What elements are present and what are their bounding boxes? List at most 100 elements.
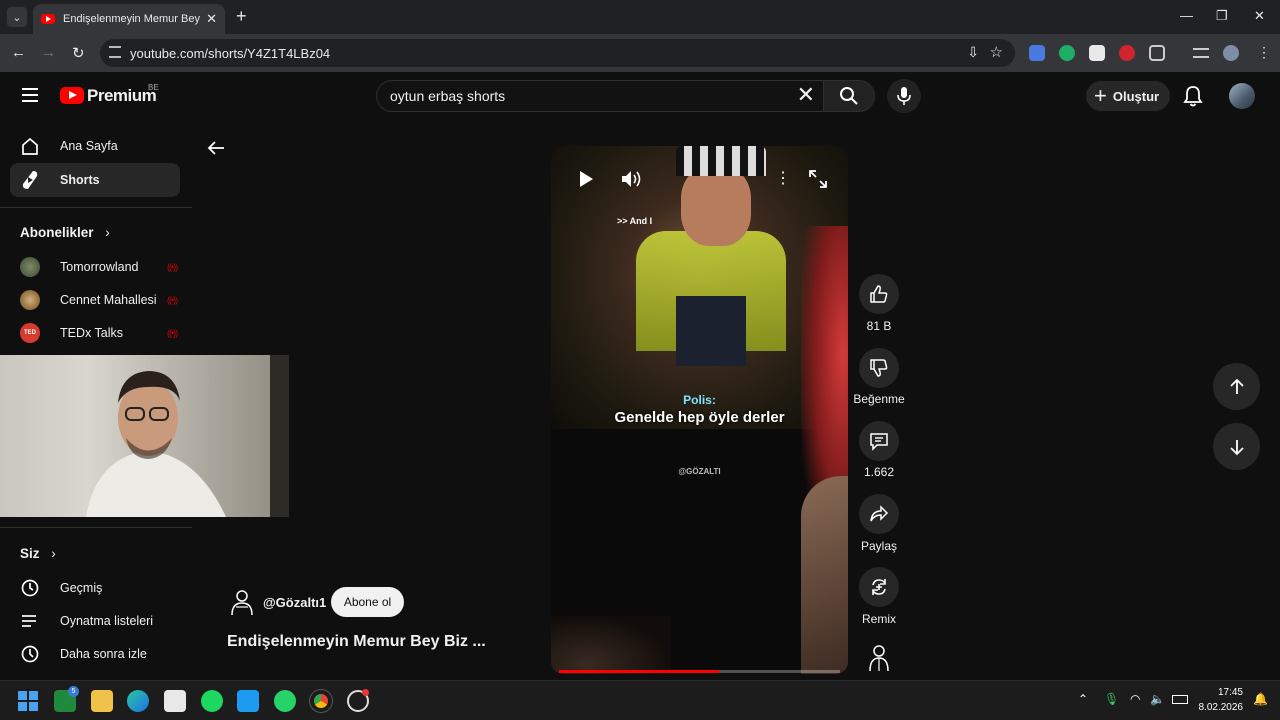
webcam-window-frame	[270, 355, 289, 517]
translate-extension-icon[interactable]	[1029, 45, 1045, 61]
video-progress-fill	[559, 670, 720, 673]
notifications-bell-icon[interactable]	[1183, 85, 1203, 107]
sidebar-item-tomorrowland[interactable]: Tomorrowland ((•))	[10, 250, 180, 284]
sidebar-item-playlists[interactable]: Oynatma listeleri	[10, 604, 180, 638]
remix-button[interactable]	[859, 567, 899, 607]
chrome-icon[interactable]	[309, 689, 333, 713]
sidebar-item-label: TEDx Talks	[60, 326, 123, 340]
extension-red-icon[interactable]	[1119, 45, 1135, 61]
battery-icon[interactable]	[1172, 695, 1188, 704]
taskbar-date[interactable]: 8.02.2026	[1193, 702, 1244, 713]
sidebar-item-tedx-talks[interactable]: TED TEDx Talks ((•))	[10, 316, 180, 350]
search-input[interactable]: oytun erbaş shorts ✕	[376, 80, 824, 112]
reload-button[interactable]: ↻	[72, 44, 85, 62]
search-button[interactable]	[823, 80, 875, 112]
subscribe-button[interactable]: Abone ol	[331, 587, 404, 617]
channel-avatar-icon[interactable]	[230, 589, 254, 615]
back-arrow-icon[interactable]	[206, 138, 226, 158]
taskbar-time[interactable]: 17:45	[1203, 687, 1243, 698]
restore-button[interactable]: ❐	[1216, 8, 1228, 24]
remix-label: Remix	[861, 612, 896, 626]
dislike-button[interactable]	[859, 348, 899, 388]
whatsapp-icon[interactable]	[274, 690, 296, 712]
address-bar[interactable]: youtube.com/shorts/Y4Z1T4LBz04 ⇩ ☆	[100, 39, 1015, 67]
sidebar-item-label: Cennet Mahallesi	[60, 293, 157, 307]
previous-short-button[interactable]	[1213, 363, 1260, 410]
share-button[interactable]	[859, 494, 899, 534]
video-progress-bar[interactable]	[559, 670, 840, 673]
bookmark-star-icon[interactable]: ☆	[990, 43, 1003, 61]
video-frame-detail	[801, 476, 848, 674]
subscriptions-heading[interactable]: Abonelikler ›	[20, 225, 110, 240]
back-button[interactable]: ←	[11, 44, 26, 61]
sidebar-item-label: Ana Sayfa	[60, 139, 118, 153]
edge-browser-icon[interactable]	[127, 690, 149, 712]
grammarly-extension-icon[interactable]	[1059, 45, 1075, 61]
extensions-puzzle-icon[interactable]	[1149, 45, 1165, 61]
browser-toolbar: ← → ↻ youtube.com/shorts/Y4Z1T4LBz04 ⇩ ☆…	[0, 34, 1280, 72]
sidebar-item-history[interactable]: Geçmiş	[10, 571, 180, 605]
you-heading[interactable]: Siz ›	[20, 546, 56, 561]
sidebar-item-watch-later[interactable]: Daha sonra izle	[10, 637, 180, 671]
shorts-icon	[20, 170, 40, 190]
chevron-right-icon: ›	[105, 225, 110, 240]
file-explorer-icon[interactable]	[91, 690, 113, 712]
sidebar-item-label: Oynatma listeleri	[60, 614, 154, 628]
search-query: oytun erbaş shorts	[390, 88, 506, 104]
create-button[interactable]: + Oluştur	[1086, 81, 1170, 111]
extension-icon[interactable]	[1089, 45, 1105, 61]
install-app-icon[interactable]: ⇩	[967, 44, 979, 61]
voice-search-button[interactable]	[887, 79, 921, 113]
video-frame-detail	[551, 616, 671, 674]
youtube-premium-brand[interactable]: Premium	[87, 86, 157, 106]
tab-close-icon[interactable]: ✕	[206, 11, 217, 27]
youtube-logo-icon[interactable]	[60, 87, 84, 104]
channel-avatar	[20, 257, 40, 277]
tab-search-button[interactable]: ⌄	[7, 7, 27, 27]
site-info-icon[interactable]	[109, 46, 121, 58]
thumbs-down-icon	[870, 359, 888, 377]
remix-icon	[872, 579, 886, 595]
spotify-icon[interactable]	[201, 690, 223, 712]
short-title[interactable]: Endişelenmeyin Memur Bey Biz ...	[227, 633, 486, 651]
sidebar-item-cennet-mahallesi[interactable]: Cennet Mahallesi ((•))	[10, 283, 180, 317]
fullscreen-icon[interactable]	[809, 170, 827, 188]
speaker-icon[interactable]: 🔈	[1150, 692, 1165, 706]
shorts-video-player[interactable]: ⋮ >> And I Polis: Genelde hep öyle derle…	[551, 146, 848, 674]
clear-search-icon[interactable]: ✕	[797, 84, 815, 106]
new-tab-button[interactable]: +	[236, 6, 247, 27]
volume-icon[interactable]	[621, 170, 643, 188]
channel-handle[interactable]: @Gözaltı1	[263, 595, 326, 610]
sidebar-item-label: Daha sonra izle	[60, 647, 147, 661]
profile-avatar-icon[interactable]	[1223, 45, 1239, 61]
window-close-button[interactable]: ✕	[1254, 8, 1265, 24]
sidebar-item-shorts[interactable]: Shorts	[10, 163, 180, 197]
next-short-button[interactable]	[1213, 423, 1260, 470]
live-indicator-icon: ((•))	[167, 295, 178, 305]
channel-sound-avatar-icon[interactable]	[867, 643, 891, 671]
tray-microphone-icon[interactable]: 🎙	[1104, 692, 1119, 706]
youtube-favicon-icon	[41, 14, 55, 24]
forward-button[interactable]: →	[41, 44, 56, 61]
wifi-icon[interactable]: ◠	[1130, 692, 1140, 706]
guide-menu-icon[interactable]	[22, 88, 38, 102]
live-indicator-icon: ((•))	[167, 262, 178, 272]
dislike-label: Beğenme	[853, 392, 905, 406]
play-icon[interactable]	[577, 170, 595, 188]
tray-overflow-icon[interactable]: ⌃	[1078, 692, 1088, 706]
sidebar-item-home[interactable]: Ana Sayfa	[10, 129, 180, 163]
more-options-icon[interactable]: ⋮	[775, 168, 791, 188]
like-button[interactable]	[859, 274, 899, 314]
notification-center-icon[interactable]: 🔔	[1253, 692, 1268, 706]
minimize-button[interactable]: —	[1180, 8, 1193, 23]
sidebar-divider	[0, 527, 192, 528]
browser-tab-bar: ⌄ Endişelenmeyin Memur Bey Biz ✕ + — ❐ ✕	[0, 0, 1280, 34]
account-avatar[interactable]	[1229, 83, 1255, 109]
microsoft-store-icon[interactable]	[164, 690, 186, 712]
twitter-icon[interactable]	[237, 690, 259, 712]
browser-tab[interactable]: Endişelenmeyin Memur Bey Biz ✕	[33, 4, 225, 34]
reading-list-icon[interactable]	[1193, 48, 1209, 58]
windows-start-icon[interactable]	[17, 690, 39, 712]
comments-button[interactable]	[859, 421, 899, 461]
browser-menu-icon[interactable]: ⋮	[1257, 44, 1271, 61]
